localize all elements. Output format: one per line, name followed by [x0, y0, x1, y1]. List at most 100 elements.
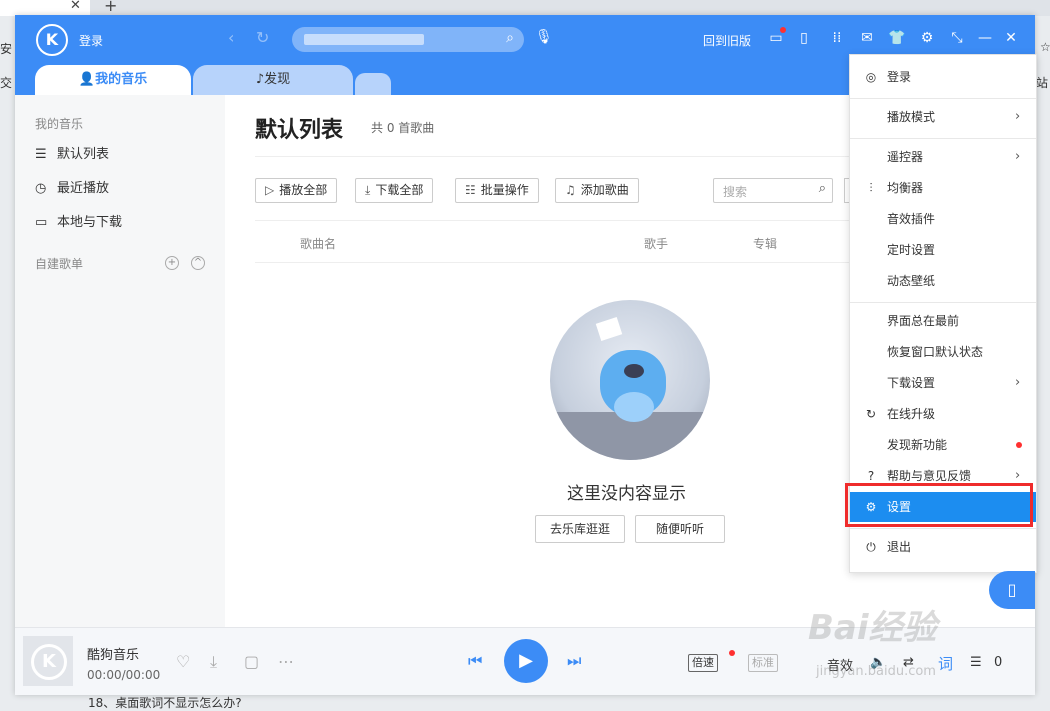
close-icon[interactable]: ✕: [1002, 30, 1020, 46]
watermark: Bai经验: [808, 608, 937, 648]
browser-star-icon[interactable]: ☆: [1040, 40, 1050, 54]
menu-item-label: 发现新功能: [887, 438, 948, 452]
batch-operation-button[interactable]: ☷ 批量操作: [455, 178, 539, 203]
menu-divider: [850, 302, 1036, 303]
chevron-right-icon: ›: [1015, 149, 1021, 164]
kugou-logo[interactable]: K: [36, 24, 68, 56]
quality-button[interactable]: 标准: [748, 654, 778, 672]
browser-new-tab-icon[interactable]: +: [104, 0, 117, 15]
back-to-old-version-link[interactable]: 回到旧版: [703, 32, 751, 49]
browser-tab-bar: ✕ +: [0, 0, 1050, 16]
button-label: 添加歌曲: [580, 183, 629, 197]
sidebar-item-recent[interactable]: ◷ 最近播放: [35, 177, 109, 196]
header-login-link[interactable]: 登录: [79, 32, 103, 49]
menu-item-play-mode[interactable]: 播放模式 ›: [850, 102, 1036, 132]
list-search-input[interactable]: 搜索 ⌕: [713, 178, 833, 203]
user-icon: ◎: [865, 70, 877, 84]
sidebar-item-label: 默认列表: [57, 147, 110, 162]
lyrics-button[interactable]: 词: [938, 653, 953, 674]
back-arrow-icon[interactable]: ‹: [228, 28, 234, 47]
sidebar-item-default-list[interactable]: ☰ 默认列表: [35, 143, 109, 162]
more-icon[interactable]: ⋯: [278, 652, 294, 671]
comment-icon[interactable]: ▢: [244, 652, 259, 671]
column-header-song[interactable]: 歌曲名: [300, 235, 336, 252]
previous-track-icon[interactable]: ⏮: [468, 651, 482, 671]
menu-divider: [850, 138, 1036, 139]
tab-my-music[interactable]: 👤我的音乐: [35, 65, 191, 95]
button-label: 播放全部: [279, 183, 328, 197]
download-all-button[interactable]: ⤓ 下载全部: [355, 178, 434, 203]
collapse-icon[interactable]: ^: [191, 256, 205, 270]
current-song-title[interactable]: 酷狗音乐: [87, 644, 139, 663]
menu-item-timer[interactable]: 定时设置: [850, 235, 1036, 265]
menu-item-label: 遥控器: [887, 150, 924, 164]
song-count: 共 0 首歌曲: [371, 121, 435, 135]
floating-phone-button[interactable]: ▯: [989, 571, 1035, 609]
empty-illustration: [550, 300, 710, 460]
apps-icon[interactable]: ⁞⁞: [828, 30, 846, 46]
user-icon: 👤: [78, 72, 96, 87]
random-listen-button[interactable]: 随便听听: [635, 515, 725, 543]
menu-item-restore-window[interactable]: 恢复窗口默认状态: [850, 337, 1036, 367]
download-icon[interactable]: ⤓: [210, 652, 217, 672]
divider: [255, 262, 855, 263]
menu-item-wallpaper[interactable]: 动态壁纸: [850, 266, 1036, 296]
sidebar-item-label: 本地与下载: [57, 215, 123, 230]
checklist-icon: ☷: [465, 183, 476, 197]
tab-extra[interactable]: [355, 73, 391, 95]
refresh-icon[interactable]: ↻: [256, 28, 269, 47]
settings-gear-icon[interactable]: ⚙: [918, 30, 936, 46]
add-playlist-icon[interactable]: +: [165, 256, 179, 270]
sidebar-item-local[interactable]: ▭ 本地与下载: [35, 211, 122, 230]
sidebar-item-label: 最近播放: [57, 181, 110, 196]
mini-mode-icon[interactable]: ⤡: [948, 30, 966, 46]
browser-tab-close-icon[interactable]: ✕: [70, 0, 81, 13]
menu-item-new-features[interactable]: 发现新功能: [850, 430, 1036, 460]
phone-icon[interactable]: ▯: [795, 30, 813, 46]
menu-item-label: 播放模式: [887, 110, 936, 124]
play-icon: ▷: [265, 183, 275, 197]
voice-search-icon[interactable]: 🎙: [535, 29, 553, 45]
header-search-input[interactable]: ⌕: [292, 27, 524, 52]
search-icon[interactable]: ⌕: [506, 30, 514, 46]
chevron-right-icon: ›: [1015, 109, 1021, 124]
sidebar-heading-custom: 自建歌单: [35, 257, 84, 271]
column-header-singer[interactable]: 歌手: [644, 235, 668, 252]
menu-item-remote[interactable]: 遥控器 ›: [850, 142, 1036, 172]
minimize-icon[interactable]: —: [976, 30, 994, 46]
menu-item-always-on-top[interactable]: 界面总在最前: [850, 306, 1036, 336]
speed-button[interactable]: 倍速: [688, 654, 718, 672]
menu-item-login[interactable]: ◎ 登录: [850, 62, 1036, 92]
queue-icon[interactable]: ☰: [970, 655, 982, 670]
search-blurred-text: [304, 34, 424, 45]
menu-item-label: 退出: [887, 540, 912, 554]
illustration-dog-face: [624, 364, 644, 378]
tab-label: 我的音乐: [95, 72, 148, 87]
tab-label: 发现: [264, 72, 291, 87]
play-all-button[interactable]: ▷ 播放全部: [255, 178, 338, 203]
equalizer-icon: ⫶: [869, 181, 873, 195]
menu-item-online-upgrade[interactable]: ↻ 在线升级: [850, 399, 1036, 429]
menu-item-download-settings[interactable]: 下载设置 ›: [850, 368, 1036, 398]
empty-state-text: 这里没内容显示: [567, 484, 686, 504]
browse-library-button[interactable]: 去乐库逛逛: [535, 515, 625, 543]
browser-left-fragment: 交: [0, 76, 13, 90]
next-track-icon[interactable]: ⏭: [567, 651, 581, 671]
annotation-highlight-box: [845, 483, 1033, 527]
album-cover[interactable]: K: [23, 636, 73, 686]
skin-icon[interactable]: 👕: [888, 30, 906, 46]
menu-item-exit[interactable]: ⏻ 退出: [850, 532, 1036, 562]
page-caption: 18、桌面歌词不显示怎么办?: [88, 696, 242, 710]
menu-item-label: 在线升级: [887, 407, 936, 421]
menu-item-equalizer[interactable]: ⫶ 均衡器: [850, 173, 1036, 203]
tab-discover[interactable]: ♪发现: [193, 65, 353, 95]
mail-icon[interactable]: ✉: [858, 30, 876, 46]
add-song-button[interactable]: ♫ 添加歌曲: [555, 178, 639, 203]
search-icon[interactable]: ⌕: [819, 181, 826, 196]
play-button[interactable]: ▶: [504, 639, 548, 683]
favorite-heart-icon[interactable]: ♡: [176, 652, 190, 671]
new-feature-dot: [1016, 442, 1022, 448]
menu-item-effect-plugin[interactable]: 音效插件: [850, 204, 1036, 234]
column-header-album[interactable]: 专辑: [753, 235, 777, 252]
play-time: 00:00/00:00: [87, 668, 161, 682]
